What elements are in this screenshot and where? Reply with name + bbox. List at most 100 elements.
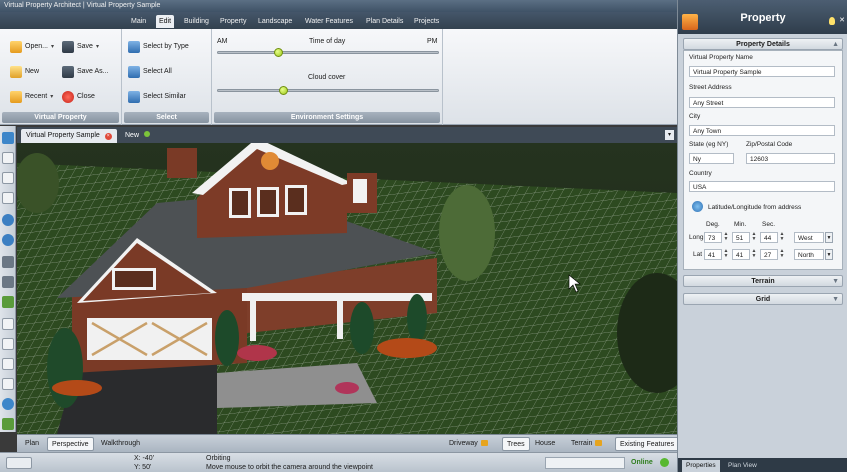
long-min-field[interactable]: 51 [732, 232, 750, 243]
street-label: Street Address [689, 84, 732, 91]
scissors-icon[interactable] [2, 318, 14, 330]
country-field[interactable]: USA [689, 181, 835, 192]
zip-field[interactable]: 12603 [746, 153, 835, 164]
zip-label: Zip/Postal Code [746, 141, 793, 148]
tab-plan[interactable]: Plan [21, 437, 43, 451]
time-of-day-slider[interactable] [217, 51, 439, 54]
lat-sec-field[interactable]: 27 [760, 249, 778, 260]
chevron-down-icon: ▾ [50, 94, 54, 100]
country-label: Country [689, 170, 712, 177]
tab-main[interactable]: Main [128, 15, 149, 28]
globe-icon[interactable] [2, 132, 14, 144]
save-as-button[interactable]: Save As... [62, 64, 109, 80]
state-field[interactable]: Ny [689, 153, 734, 164]
city-field[interactable]: Any Town [689, 125, 835, 136]
tab-walkthrough[interactable]: Walkthrough [97, 437, 144, 451]
group-label-select: Select [124, 112, 209, 123]
save-button[interactable]: Save ▾ [62, 39, 99, 55]
spin-arrows-icon[interactable]: ▲ ▼ [779, 249, 785, 260]
spin-arrows-icon[interactable]: ▲ ▼ [751, 249, 757, 260]
sec-header: Sec. [762, 221, 776, 228]
tab-plan-details[interactable]: Plan Details [363, 15, 406, 28]
property-name-field[interactable]: Virtual Property Sample [689, 66, 835, 77]
latlong-from-address-link[interactable]: Latitude/Longitude from address [708, 204, 801, 211]
select-by-type-button[interactable]: Select by Type [128, 39, 189, 55]
align-icon[interactable] [2, 276, 14, 288]
landscape-icon[interactable] [2, 418, 14, 430]
time-of-day-slider-knob[interactable] [274, 48, 284, 57]
navigation-icon[interactable] [6, 457, 32, 469]
grid-icon[interactable] [2, 256, 14, 268]
lock-icon [595, 440, 603, 447]
long-sec-field[interactable]: 44 [760, 232, 778, 243]
street-address-field[interactable]: Any Street [689, 97, 835, 108]
lightbulb-icon[interactable] [829, 17, 835, 25]
paste-icon[interactable] [2, 358, 14, 370]
group-environment-settings: AM Time of day PM Cloud cover Environmen… [212, 29, 443, 125]
terrain-icon[interactable] [2, 296, 14, 308]
pin-icon[interactable]: ✕ [839, 16, 845, 24]
open-button[interactable]: Open... ▾ [10, 39, 54, 55]
am-label: AM [217, 38, 228, 45]
tab-overflow-icon[interactable]: ▾ [665, 130, 674, 140]
pm-label: PM [427, 38, 438, 45]
doc-tab-new[interactable]: New [120, 129, 155, 143]
ribbon: Open... ▾ Save ▾ New Save As... Recent ▾ Cl… [0, 29, 677, 125]
lat-deg-field[interactable]: 41 [704, 249, 722, 260]
tab-properties[interactable]: Properties [682, 460, 720, 472]
group-virtual-property: Open... ▾ Save ▾ New Save As... Recent ▾ Cl… [0, 29, 122, 125]
zoom-out-icon[interactable] [2, 234, 14, 246]
chevron-down-icon: ▼ [832, 278, 839, 285]
long-deg-field[interactable]: 73 [704, 232, 722, 243]
pointer-icon[interactable] [2, 152, 14, 164]
chevron-down-icon[interactable]: ▼ [825, 249, 833, 260]
cloud-cover-slider[interactable] [217, 89, 439, 92]
tab-projects[interactable]: Projects [411, 15, 442, 28]
floppy-disk-icon [62, 41, 74, 53]
folder-open-icon [10, 41, 22, 53]
toggle-driveway[interactable]: Driveway [445, 437, 492, 451]
delete-icon[interactable] [2, 378, 14, 390]
tab-landscape[interactable]: Landscape [255, 15, 295, 28]
doc-tab-virtual-property-sample[interactable]: Virtual Property Sample × [21, 129, 117, 143]
add-tab-icon[interactable] [143, 131, 150, 137]
spin-arrows-icon[interactable]: ▲ ▼ [779, 232, 785, 243]
long-direction-select[interactable]: West [794, 232, 824, 243]
polygon-icon[interactable] [2, 192, 14, 204]
select-similar-button[interactable]: Select Similar [128, 89, 186, 105]
select-all-button[interactable]: Select All [128, 64, 172, 80]
chevron-down-icon[interactable]: ▼ [825, 232, 833, 243]
spin-arrows-icon[interactable]: ▲ ▼ [723, 232, 729, 243]
toggle-existing-features[interactable]: Existing Features [615, 437, 680, 451]
tab-water-features[interactable]: Water Features [302, 15, 356, 28]
progress-field [545, 457, 625, 469]
chevron-down-icon: ▾ [50, 44, 54, 50]
cloud-cover-slider-knob[interactable] [278, 86, 288, 95]
grid-header[interactable]: Grid ▼ [683, 293, 843, 305]
recent-button[interactable]: Recent ▾ [10, 89, 53, 105]
toggle-terrain[interactable]: Terrain [567, 437, 606, 451]
3d-viewport[interactable] [17, 143, 677, 434]
toggle-house[interactable]: House [531, 437, 559, 451]
tab-plan-view[interactable]: Plan View [724, 460, 761, 472]
rotate-icon[interactable] [2, 398, 14, 410]
globe-icon[interactable] [692, 201, 703, 212]
select-arrow-icon[interactable] [2, 172, 14, 184]
tab-property[interactable]: Property [217, 15, 249, 28]
close-tab-icon[interactable]: × [104, 133, 112, 140]
spin-arrows-icon[interactable]: ▲ ▼ [751, 232, 757, 243]
copy-icon[interactable] [2, 338, 14, 350]
close-button[interactable]: Close [62, 89, 95, 105]
tab-edit[interactable]: Edit [156, 15, 175, 28]
zoom-in-icon[interactable] [2, 214, 14, 226]
terrain-header[interactable]: Terrain ▼ [683, 275, 843, 287]
property-details-header[interactable]: Property Details ▲ [683, 38, 843, 50]
new-button[interactable]: New [10, 64, 39, 80]
spin-arrows-icon[interactable]: ▲ ▼ [723, 249, 729, 260]
group-select: Select by Type Select All Select Similar… [122, 29, 212, 125]
tab-building[interactable]: Building [181, 15, 212, 28]
lat-direction-select[interactable]: North [794, 249, 824, 260]
toggle-trees[interactable]: Trees [502, 437, 530, 451]
tab-perspective[interactable]: Perspective [47, 437, 94, 451]
lat-min-field[interactable]: 41 [732, 249, 750, 260]
